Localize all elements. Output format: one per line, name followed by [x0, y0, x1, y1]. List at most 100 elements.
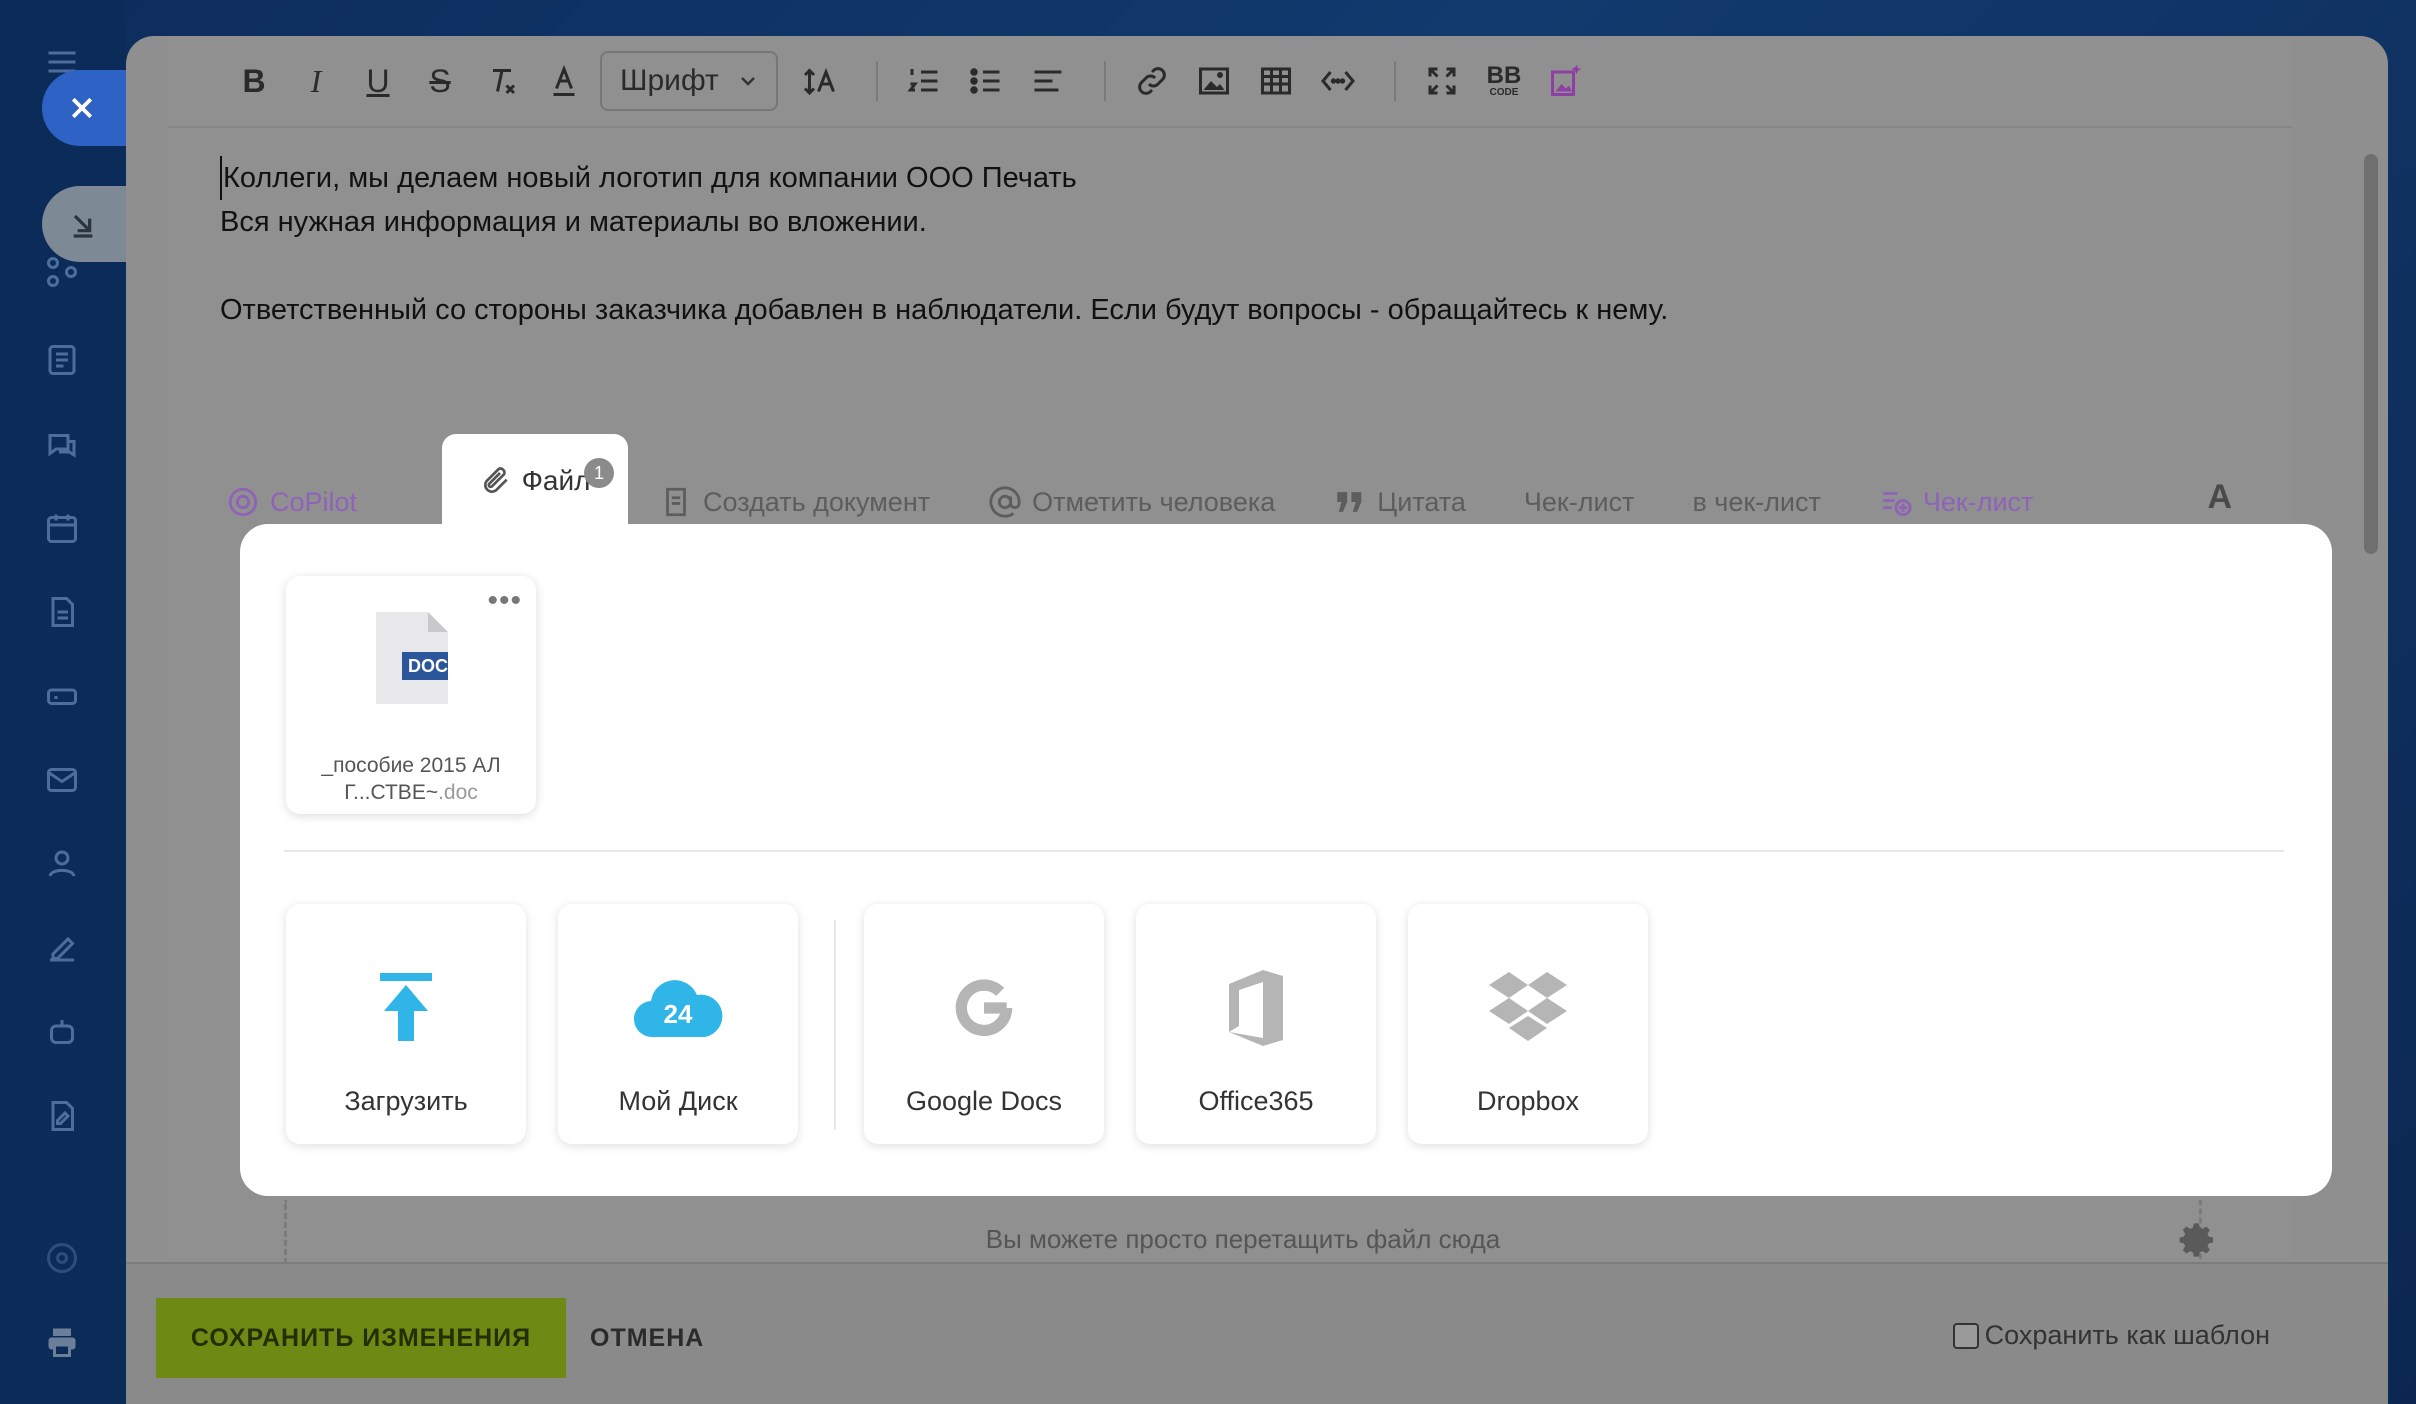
bitrix24-cloud-icon: 24 [628, 968, 728, 1048]
link-button[interactable] [1126, 51, 1178, 111]
my-drive-source-label: Мой Диск [618, 1086, 738, 1116]
close-icon [71, 97, 93, 119]
attached-file[interactable]: ••• DOC _пособие 2015 АЛ Г...СТВЕ~.doc [286, 576, 536, 814]
office365-source-button[interactable]: Office365 [1136, 904, 1376, 1144]
font-select-label: Шрифт [620, 64, 719, 97]
doc-file-icon: DOC [376, 612, 448, 704]
text-color-icon [553, 64, 575, 96]
chat-icon[interactable] [40, 424, 84, 468]
code-icon [1321, 71, 1355, 91]
cancel-button[interactable]: ОТМЕНА [590, 1298, 704, 1378]
italic-button[interactable]: I [290, 51, 342, 111]
doc-badge-text: DOC [408, 656, 448, 676]
font-toggle-button[interactable]: A [2207, 478, 2232, 517]
ai-image-button[interactable] [1540, 51, 1592, 111]
image-icon [1199, 67, 1229, 95]
bullet-list-icon [970, 68, 1000, 94]
chevron-down-icon [741, 77, 755, 86]
tab-to-checklist-label: в чек-лист [1692, 486, 1821, 517]
numbered-list-button[interactable] [898, 51, 950, 111]
office365-icon [1206, 968, 1306, 1048]
quote-icon [1337, 492, 1362, 512]
ai-image-icon [1551, 64, 1582, 96]
tab-checklist[interactable]: Чек-лист [1524, 487, 1635, 518]
save-as-template-toggle[interactable]: Сохранить как шаблон [1952, 1320, 2270, 1351]
fullscreen-button[interactable] [1416, 51, 1468, 111]
bbcode-button[interactable]: BB CODE [1478, 51, 1530, 111]
tab-mention[interactable]: Отметить человека [988, 485, 1275, 519]
file-count-badge: 1 [584, 458, 614, 488]
upload-source-label: Загрузить [344, 1086, 468, 1116]
file-name: _пособие 2015 АЛ Г...СТВЕ~.doc [296, 752, 526, 806]
gear-icon[interactable] [2178, 1220, 2218, 1260]
scrollbar[interactable] [2364, 154, 2378, 554]
at-sign-icon [989, 486, 1021, 518]
help-icon[interactable] [40, 1236, 84, 1280]
font-size-button[interactable] [794, 51, 846, 111]
contacts-icon[interactable] [40, 842, 84, 886]
document-icon[interactable] [40, 590, 84, 634]
save-as-template-label: Сохранить как шаблон [1984, 1320, 2270, 1350]
font-size-icon [803, 67, 835, 96]
editor-line: Ответственный со стороны заказчика добав… [220, 294, 1669, 326]
sign-icon[interactable] [40, 926, 84, 970]
toolbar-divider [876, 61, 878, 101]
feed-icon[interactable] [40, 338, 84, 382]
tab-create-document[interactable]: Создать документ [659, 485, 930, 519]
tab-quote-label: Цитата [1377, 486, 1466, 517]
bold-button[interactable]: B [228, 51, 280, 111]
upload-icon [356, 968, 456, 1048]
robot-icon[interactable] [40, 1010, 84, 1054]
files-divider [284, 850, 2284, 852]
office365-source-label: Office365 [1198, 1086, 1314, 1116]
my-drive-source-button[interactable]: 24 Мой Диск [558, 904, 798, 1144]
tab-quote[interactable]: Цитата [1333, 485, 1466, 519]
editor-text[interactable]: Коллеги, мы делаем новый логотип для ком… [220, 156, 2120, 332]
paperclip-icon [483, 467, 508, 493]
strikethrough-button[interactable]: S [414, 51, 466, 111]
numbered-list-icon [907, 69, 938, 92]
tab-copilot-label: CoPilot [270, 486, 358, 517]
image-button[interactable] [1188, 51, 1240, 111]
upload-source-button[interactable]: Загрузить [286, 904, 526, 1144]
tab-file[interactable]: Файл 1 [442, 434, 628, 528]
tab-mention-label: Отметить человека [1032, 486, 1276, 517]
tab-file-label: Файл [521, 465, 591, 496]
fullscreen-icon [1428, 67, 1456, 95]
more-icon[interactable]: ••• [487, 584, 522, 618]
bullet-list-button[interactable] [960, 51, 1012, 111]
table-button[interactable] [1250, 51, 1302, 111]
files-panel: ••• DOC _пособие 2015 АЛ Г...СТВЕ~.doc З… [240, 524, 2332, 1196]
tab-checklist-ai[interactable]: Чек-лист [1879, 485, 2033, 519]
clear-format-button[interactable] [476, 51, 528, 111]
dropbox-icon [1478, 968, 1578, 1048]
underline-button[interactable]: U [352, 51, 404, 111]
align-left-icon [1034, 70, 1062, 92]
tab-copilot[interactable]: CoPilot [226, 485, 357, 519]
document-icon [666, 487, 686, 517]
save-button[interactable]: СОХРАНИТЬ ИЗМЕНЕНИЯ [156, 1298, 566, 1378]
google-docs-source-button[interactable]: Google Docs [864, 904, 1104, 1144]
dropbox-source-label: Dropbox [1476, 1086, 1580, 1116]
save-as-template-checkbox[interactable] [1952, 1322, 1979, 1349]
checklist-ai-icon [1883, 492, 1912, 517]
file-extension: .doc [438, 781, 478, 804]
bbcode-label: BB [1486, 62, 1522, 89]
text-color-button[interactable] [538, 51, 590, 111]
edit-doc-icon[interactable] [40, 1094, 84, 1138]
editor-line: Вся нужная информация и материалы во вло… [220, 206, 927, 238]
font-select[interactable]: Шрифт [600, 51, 778, 111]
calendar-icon[interactable] [40, 506, 84, 550]
editor-line: Коллеги, мы делаем новый логотип для ком… [220, 156, 2120, 200]
footer-bar: СОХРАНИТЬ ИЗМЕНЕНИЯ ОТМЕНА Сохранить как… [126, 1262, 2388, 1404]
tab-to-checklist[interactable]: в чек-лист [1692, 487, 1820, 518]
drive-icon[interactable] [40, 674, 84, 718]
align-button[interactable] [1022, 51, 1074, 111]
mail-icon[interactable] [40, 758, 84, 802]
toolbar-divider [1104, 61, 1106, 101]
printer-icon[interactable] [40, 1320, 84, 1364]
dropbox-source-button[interactable]: Dropbox [1408, 904, 1648, 1144]
sources-divider [834, 920, 836, 1130]
code-button[interactable] [1312, 51, 1364, 111]
google-docs-source-label: Google Docs [905, 1086, 1063, 1116]
